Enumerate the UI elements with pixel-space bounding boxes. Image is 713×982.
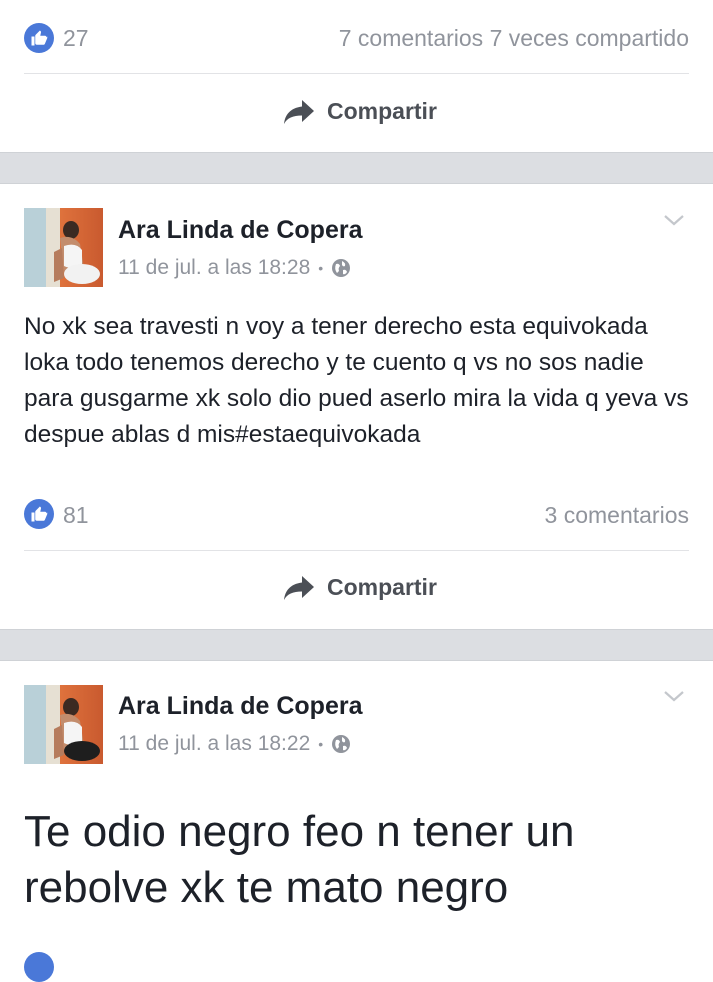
share-button[interactable]: Compartir [283,98,437,125]
like-icon [24,23,54,53]
author-name[interactable]: Ara Linda de Copera [118,692,363,721]
author-name[interactable]: Ara Linda de Copera [118,216,363,245]
chevron-down-icon[interactable] [662,684,686,708]
globe-icon [332,259,351,277]
comments-shares-link[interactable]: 7 comentarios 7 veces compartido [269,25,689,52]
share-label: Compartir [327,574,437,600]
chevron-down-icon[interactable] [662,208,686,232]
like-count[interactable]: 81 [63,502,89,529]
feed-separator [0,629,713,661]
avatar[interactable] [24,685,103,764]
share-arrow-icon [284,575,314,600]
timestamp-text: 11 de jul. a las 18:28 [118,256,311,279]
feed-separator [0,152,713,184]
divider [24,550,689,551]
share-arrow-icon [284,99,314,124]
timestamp-text: 11 de jul. a las 18:22 [118,732,311,755]
globe-icon [332,735,351,753]
like-icon [24,499,54,529]
like-count[interactable]: 27 [63,25,89,52]
post-text: No xk sea travesti n voy a tener derecho… [24,313,689,448]
divider [24,73,689,74]
share-button[interactable]: Compartir [283,574,437,601]
dot-separator: • [318,260,324,276]
comments-link[interactable]: 3 comentarios [389,502,689,529]
post-timestamp[interactable]: 11 de jul. a las 18:22 • [118,732,351,756]
post-text: Te odio negro feo n tener un rebolve xk … [24,807,575,912]
share-label: Compartir [327,98,437,124]
avatar[interactable] [24,208,103,287]
post-timestamp[interactable]: 11 de jul. a las 18:28 • [118,256,351,280]
dot-separator: • [318,736,324,752]
like-icon [24,952,54,982]
